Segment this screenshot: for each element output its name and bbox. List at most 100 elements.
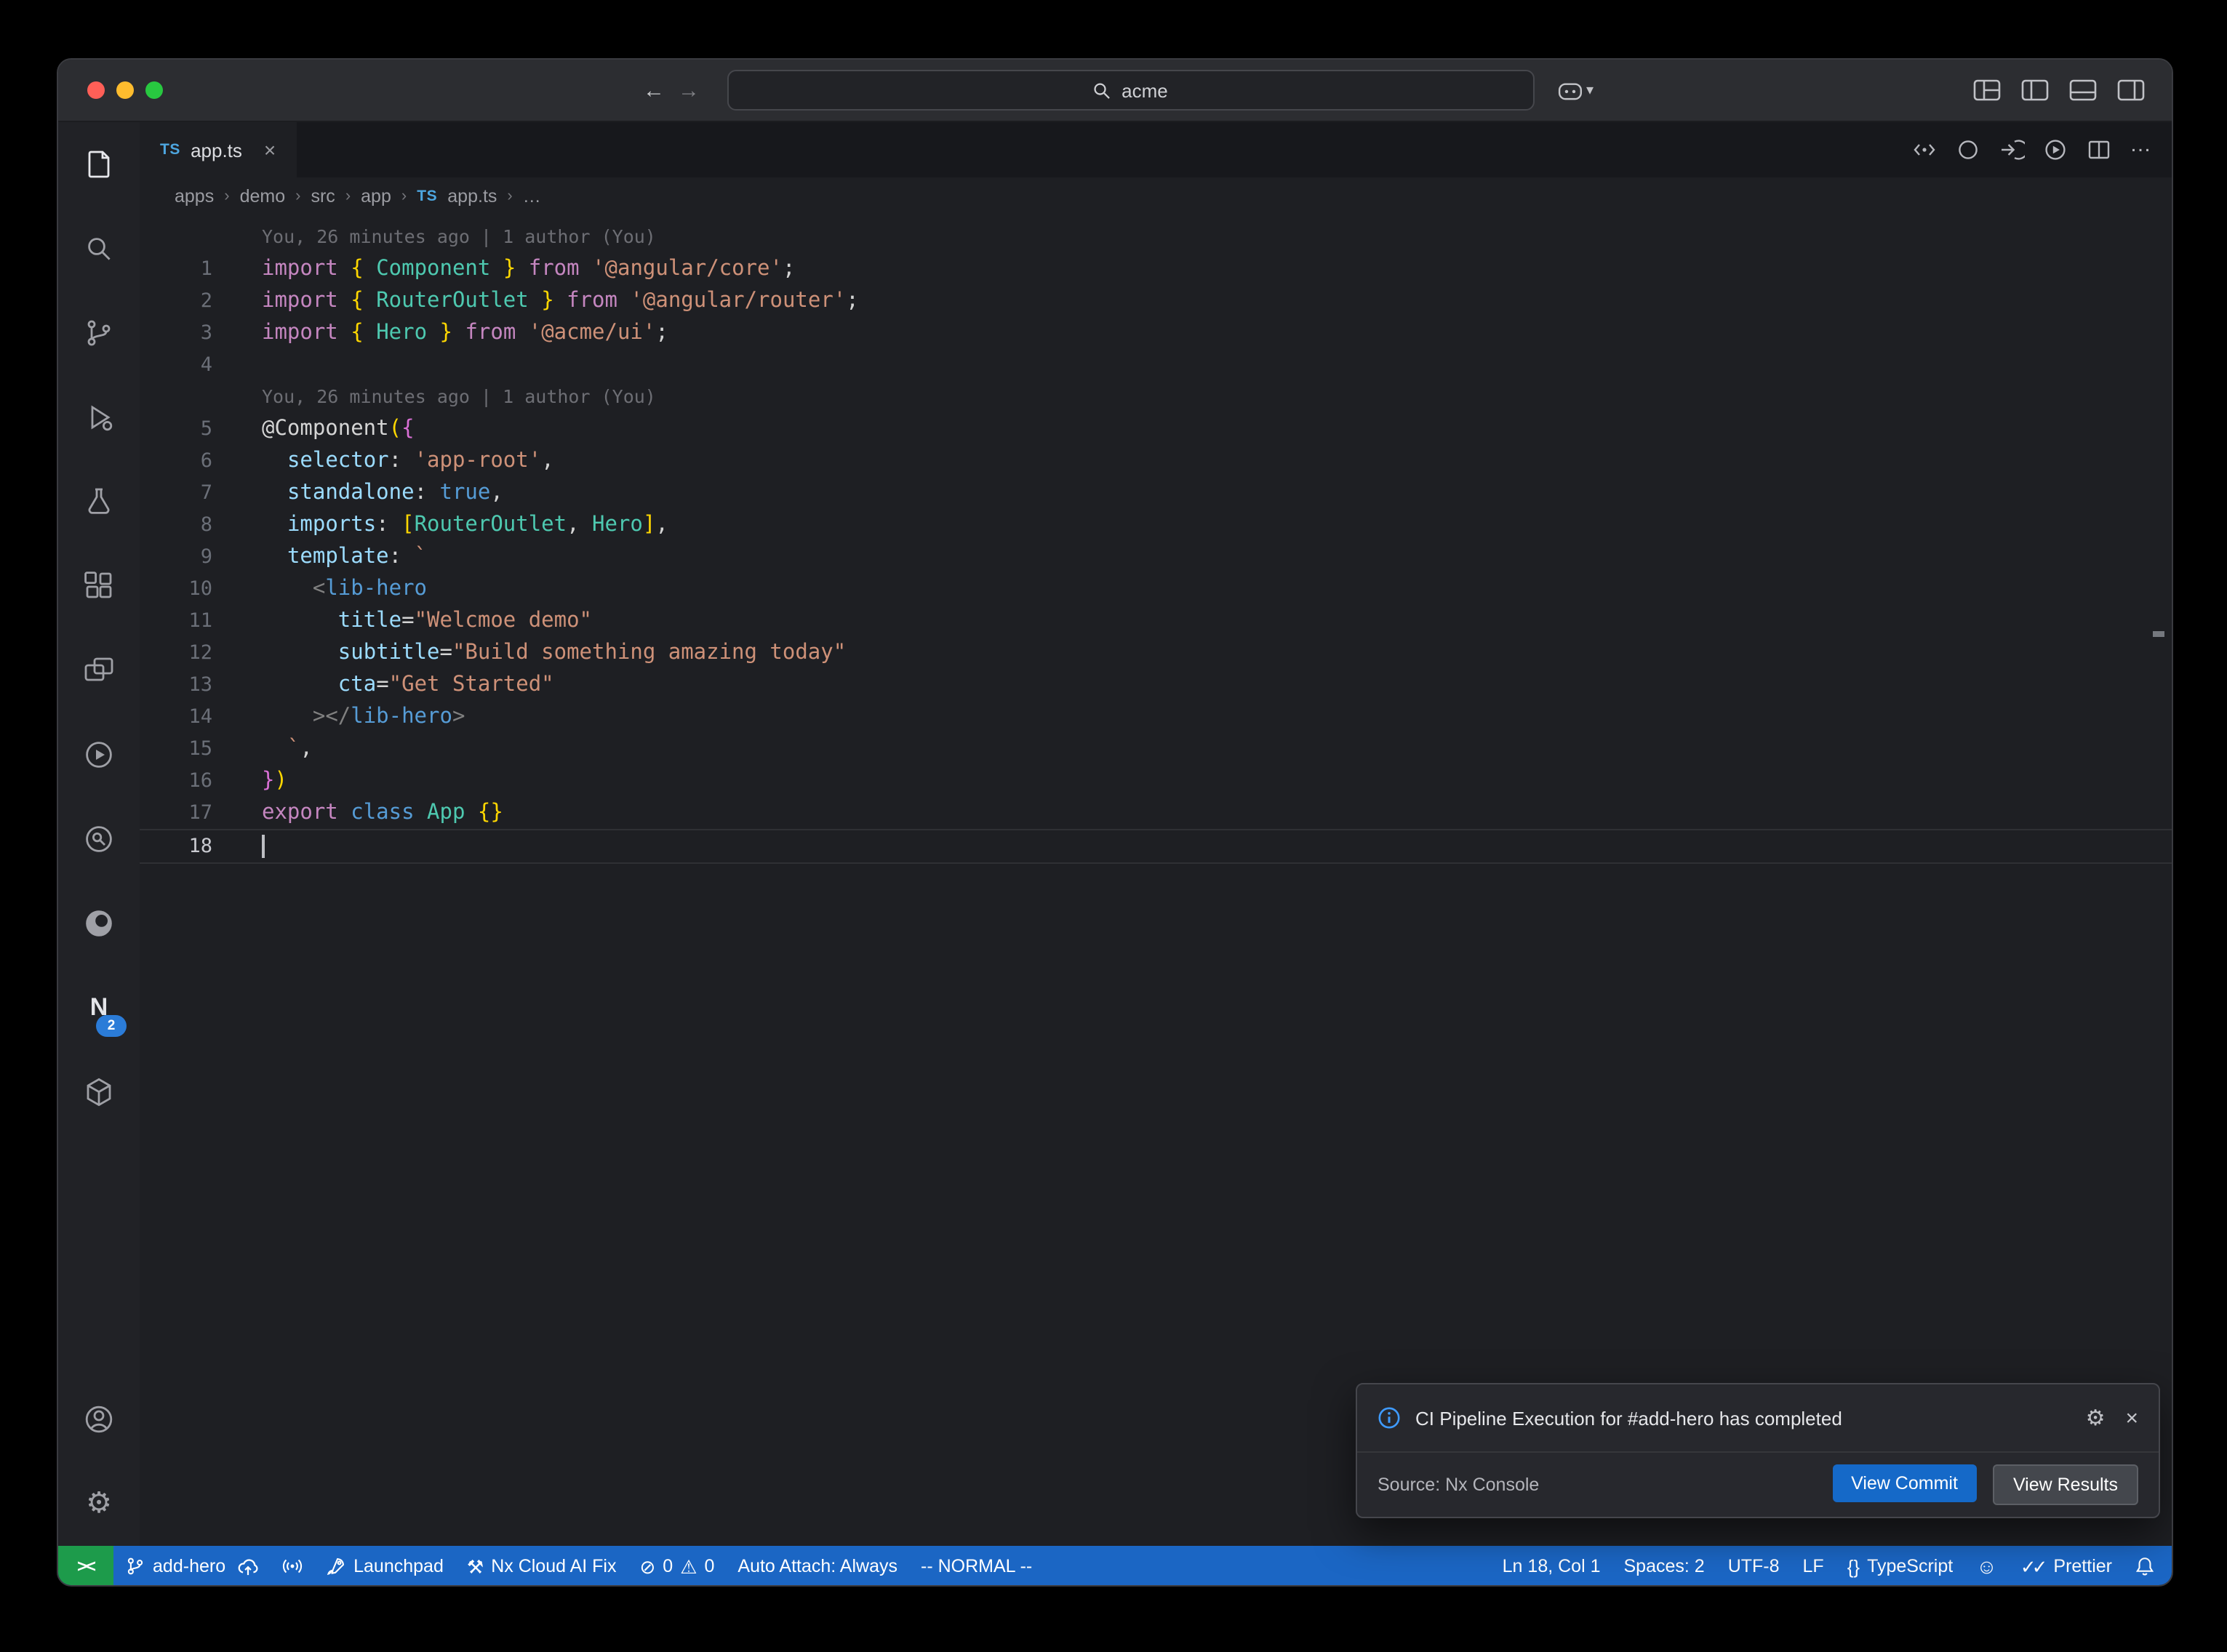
line-number[interactable]: 9 (140, 541, 233, 573)
customize-layout-icon[interactable] (1972, 79, 2002, 102)
code-line[interactable]: 3import { Hero } from '@acme/ui'; (140, 317, 2172, 349)
code-line[interactable]: 11 title="Welcmoe demo" (140, 605, 2172, 637)
line-number[interactable]: 4 (140, 349, 233, 381)
line-number[interactable]: 8 (140, 509, 233, 541)
vim-mode-item[interactable]: -- NORMAL -- (909, 1546, 1044, 1587)
cursor-position-item[interactable]: Ln 18, Col 1 (1491, 1546, 1612, 1587)
breadcrumb-item-apps[interactable]: apps (175, 186, 214, 206)
line-number[interactable]: 14 (140, 701, 233, 733)
code-line[interactable]: 1import { Component } from '@angular/cor… (140, 253, 2172, 285)
line-number[interactable]: 2 (140, 285, 233, 317)
compare-changes-icon[interactable] (1911, 137, 1938, 163)
run-file-icon[interactable] (2042, 137, 2068, 163)
breadcrumb-item-src[interactable]: src (311, 186, 335, 206)
package-icon[interactable] (58, 1050, 140, 1134)
line-number[interactable]: 5 (140, 413, 233, 445)
testing-icon[interactable] (58, 460, 140, 544)
code-line[interactable]: 6 selector: 'app-root', (140, 445, 2172, 477)
settings-gear-icon[interactable]: ⚙ (58, 1461, 140, 1546)
explorer-icon[interactable] (58, 122, 140, 206)
status-bar: >< add-hero (58, 1546, 2172, 1587)
minimize-window-button[interactable] (116, 81, 134, 99)
circle-outline-icon[interactable] (1955, 137, 1981, 163)
browser-devtools-icon[interactable] (58, 881, 140, 966)
code-area[interactable]: You, 26 minutes ago | 1 author (You)1imp… (140, 215, 2172, 1546)
view-results-button[interactable]: View Results (1993, 1464, 2138, 1505)
line-number[interactable]: 7 (140, 477, 233, 509)
breadcrumb-item-symbol[interactable]: … (523, 186, 541, 206)
copilot-menu[interactable]: ▾ (1557, 81, 1594, 100)
line-number[interactable]: 12 (140, 637, 233, 669)
close-window-button[interactable] (87, 81, 105, 99)
toggle-primary-sidebar-icon[interactable] (2020, 79, 2050, 102)
code-line[interactable]: 4 (140, 349, 2172, 381)
code-line[interactable]: 14 ></lib-hero> (140, 701, 2172, 733)
code-line[interactable]: 7 standalone: true, (140, 477, 2172, 509)
blame-line[interactable]: You, 26 minutes ago | 1 author (You) (140, 381, 2172, 413)
language-mode-item[interactable]: {} TypeScript (1836, 1546, 1965, 1587)
back-button[interactable]: ← (636, 78, 671, 103)
code-line[interactable]: 18 (140, 829, 2172, 864)
zoom-window-button[interactable] (145, 81, 163, 99)
activity-bar: N 2 ⚙ (58, 122, 140, 1546)
line-number[interactable]: 3 (140, 317, 233, 349)
split-editor-icon[interactable] (2086, 137, 2112, 163)
accounts-icon[interactable] (58, 1377, 140, 1461)
play-circle-icon[interactable] (58, 713, 140, 797)
code-line[interactable]: 12 subtitle="Build something amazing tod… (140, 637, 2172, 669)
notification-settings-icon[interactable]: ⚙ (2086, 1405, 2106, 1431)
line-number[interactable]: 17 (140, 797, 233, 829)
blame-line[interactable]: You, 26 minutes ago | 1 author (You) (140, 221, 2172, 253)
line-number[interactable]: 1 (140, 253, 233, 285)
formatter-item[interactable]: ✓✓ Prettier (2009, 1546, 2124, 1587)
launchpad-item[interactable]: Launchpad (314, 1546, 455, 1587)
line-number[interactable]: 18 (140, 830, 233, 862)
code-line[interactable]: 10 <lib-hero (140, 573, 2172, 605)
line-number[interactable]: 6 (140, 445, 233, 477)
tab-app-ts[interactable]: TS app.ts × (140, 122, 296, 177)
code-line[interactable]: 9 template: ` (140, 541, 2172, 573)
problems-item[interactable]: ⊘ 0 ⚠ 0 (628, 1546, 726, 1587)
view-commit-button[interactable]: View Commit (1832, 1464, 1977, 1502)
search-sidebar-icon[interactable] (58, 206, 140, 291)
code-line[interactable]: 13 cta="Get Started" (140, 669, 2172, 701)
feedback-item[interactable]: ☺ (1964, 1546, 2009, 1587)
toggle-secondary-sidebar-icon[interactable] (2116, 79, 2146, 102)
command-center-search[interactable]: acme (727, 70, 1534, 111)
source-control-icon[interactable] (58, 291, 140, 375)
broadcast-item[interactable] (271, 1546, 314, 1587)
notifications-bell-item[interactable] (2124, 1546, 2172, 1587)
line-number[interactable]: 15 (140, 733, 233, 765)
indentation-item[interactable]: Spaces: 2 (1612, 1546, 1716, 1587)
inspect-circle-icon[interactable] (58, 797, 140, 881)
nx-console-icon[interactable]: N 2 (58, 966, 140, 1050)
toggle-panel-icon[interactable] (2068, 79, 2098, 102)
nx-cloud-fix-item[interactable]: ⚒ Nx Cloud AI Fix (455, 1546, 628, 1587)
breadcrumb-item-demo[interactable]: demo (240, 186, 286, 206)
branch-indicator[interactable]: add-hero (113, 1546, 271, 1587)
extensions-icon[interactable] (58, 544, 140, 628)
remote-indicator[interactable]: >< (58, 1546, 113, 1587)
line-number[interactable]: 11 (140, 605, 233, 637)
run-debug-icon[interactable] (58, 375, 140, 460)
breadcrumb-item-file[interactable]: app.ts (447, 186, 497, 206)
encoding-item[interactable]: UTF-8 (1716, 1546, 1791, 1587)
code-text: template: ` (262, 541, 427, 573)
run-forward-icon[interactable] (1999, 137, 2025, 163)
code-line[interactable]: 2import { RouterOutlet } from '@angular/… (140, 285, 2172, 317)
remote-explorer-icon[interactable] (58, 628, 140, 713)
code-line[interactable]: 16}) (140, 765, 2172, 797)
notification-close-icon[interactable]: × (2125, 1406, 2138, 1430)
auto-attach-item[interactable]: Auto Attach: Always (726, 1546, 909, 1587)
close-tab-icon[interactable]: × (264, 138, 276, 161)
code-line[interactable]: 17export class App {} (140, 797, 2172, 829)
forward-button[interactable]: → (671, 78, 706, 103)
breadcrumb-item-app[interactable]: app (361, 186, 391, 206)
line-number[interactable]: 10 (140, 573, 233, 605)
line-number[interactable]: 13 (140, 669, 233, 701)
code-line[interactable]: 8 imports: [RouterOutlet, Hero], (140, 509, 2172, 541)
code-line[interactable]: 15 `, (140, 733, 2172, 765)
eol-item[interactable]: LF (1791, 1546, 1836, 1587)
code-line[interactable]: 5@Component({ (140, 413, 2172, 445)
line-number[interactable]: 16 (140, 765, 233, 797)
